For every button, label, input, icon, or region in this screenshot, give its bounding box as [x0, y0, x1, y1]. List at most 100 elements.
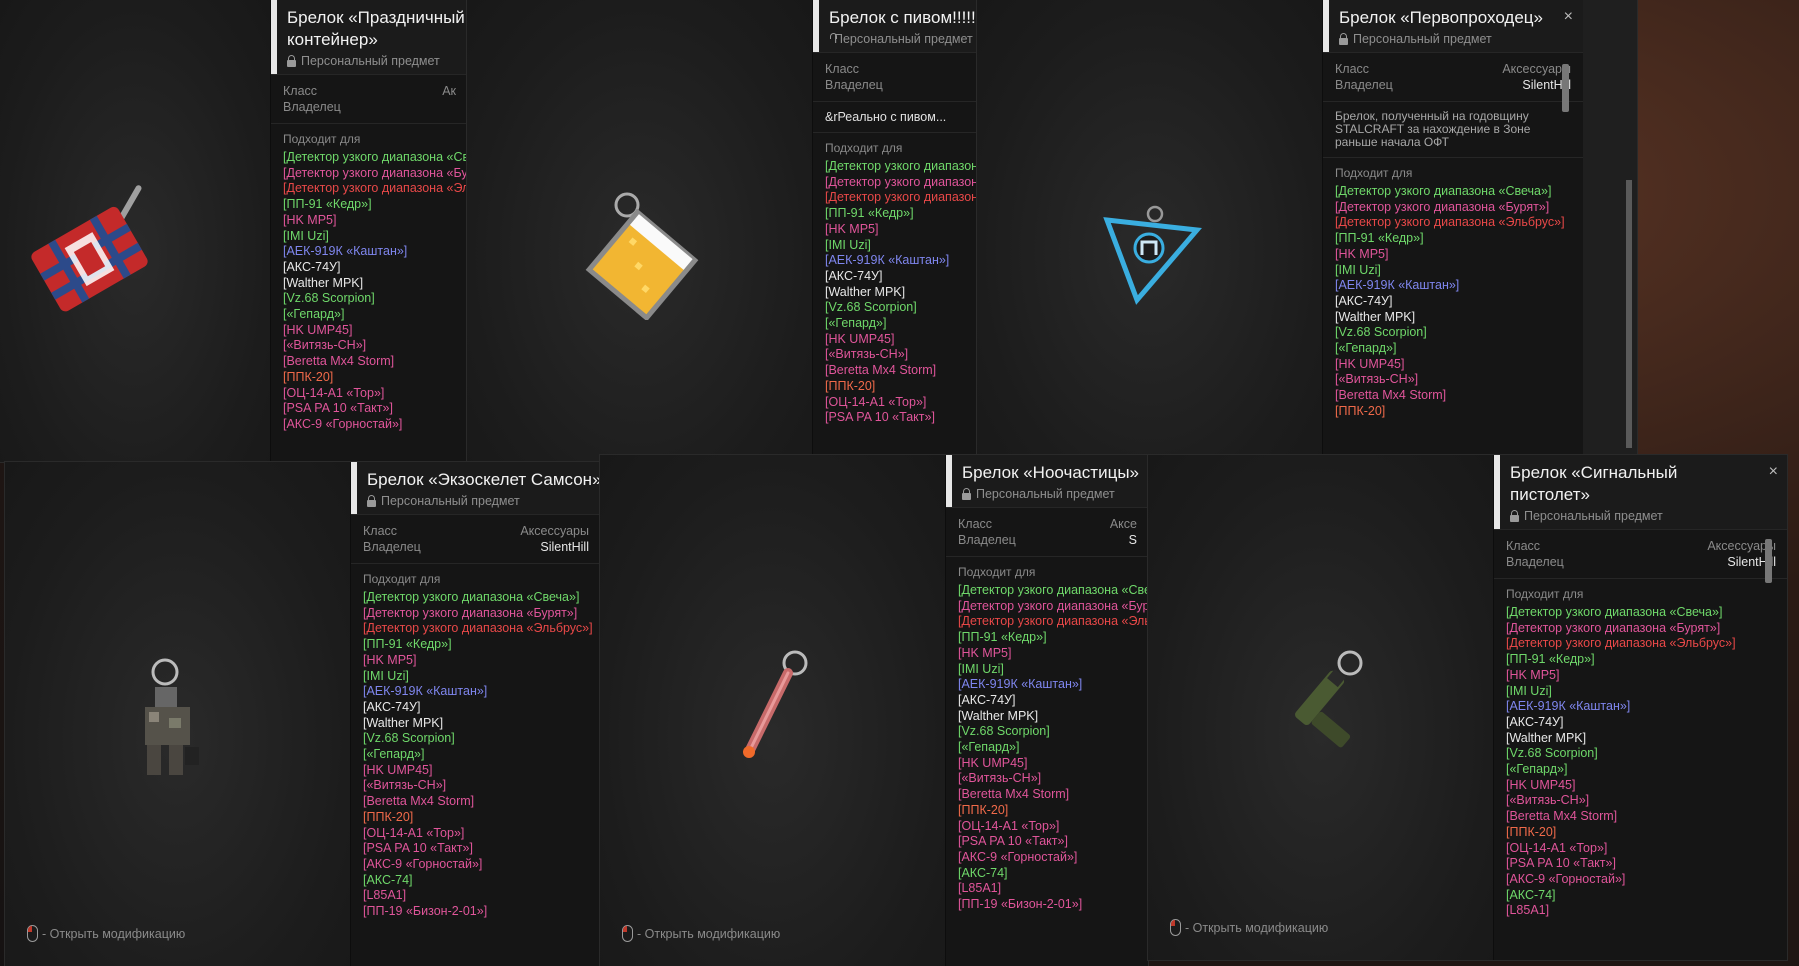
- item-viewer[interactable]: - Открыть модификацию: [1148, 455, 1493, 960]
- fits-list-item: [ППК-20]: [1506, 824, 1557, 839]
- fits-list-item: [АЕК-919К «Каштан»]: [958, 677, 1083, 692]
- fits-list-item: [ОЦ-14-А1 «Тор»]: [283, 385, 385, 400]
- fits-list-item: [«Гепард»]: [363, 747, 425, 762]
- fits-list-item: [«Витязь-СН»]: [1506, 793, 1590, 808]
- fits-list: [Детектор узкого диапазона «Свеча»][Дете…: [363, 590, 593, 920]
- fits-list-item: [«Гепард»]: [283, 307, 345, 322]
- fits-list-item: [ППК-20]: [958, 802, 1009, 817]
- fits-list: [Детектор узкого диапазона «Свеча»] [Дете…: [283, 150, 467, 433]
- fits-list-item: [IMI Uzi]: [363, 668, 409, 683]
- fits-list-item: [Vz.68 Scorpion]: [363, 731, 455, 746]
- class-owner-section: Класс Аксессуары Владелец SilentHill: [1323, 52, 1583, 101]
- item-viewer[interactable]: - Открыть модификацию: [5, 462, 350, 966]
- card-header: Брелок «Сигнальный пистолет» Персональны…: [1494, 455, 1787, 529]
- class-owner-section: Класс Аксессуары Владелец SilentHill: [351, 514, 600, 563]
- lock-icon: [962, 487, 971, 500]
- owner-label: Владелец: [283, 100, 341, 114]
- open-modification-hint[interactable]: - Открыть модификацию: [27, 925, 185, 942]
- class-label: Класс: [1335, 62, 1370, 76]
- fits-list-item: [Beretta Mx4 Storm]: [363, 794, 475, 809]
- fits-list-item: [L85A1]: [363, 888, 407, 903]
- class-owner-section: Класс Аксе Владелец S: [946, 507, 1148, 556]
- item-viewer[interactable]: [0, 0, 270, 462]
- fits-list-item: [PSA PA 10 «Такт»]: [825, 410, 935, 425]
- item-description: Брелок, полученный на годовщину STALCRAF…: [1335, 109, 1531, 149]
- fits-list-item: [Детектор узкого диапазона «Свеча»]: [1506, 605, 1723, 619]
- outer-scrollbar[interactable]: [1626, 180, 1632, 448]
- scrollbar[interactable]: [1765, 539, 1772, 583]
- fits-list-item: [АКС-74У]: [958, 692, 1016, 707]
- fits-list: [Детектор узкого диапазона «Свеча»][Дете…: [1335, 184, 1571, 420]
- fits-list-item: [IMI Uzi]: [1506, 683, 1552, 698]
- class-label: Класс: [825, 62, 860, 76]
- fits-list-item: [Детектор узкого диапазона «Бурят»]: [958, 598, 1148, 613]
- fits-list-item: [Детектор узкого диапазона «Свеча»]: [825, 159, 977, 173]
- card-pioneer-keychain: Брелок «Первопроходец» Персональный пред…: [977, 0, 1637, 458]
- close-icon[interactable]: ×: [1769, 463, 1778, 481]
- item-info-panel: Брелок «Ноочастицы» Персональный предмет…: [945, 455, 1148, 966]
- fits-list-item: [Walther MPK]: [825, 284, 906, 299]
- fits-section: Подходит для [Детектор узкого диапазона …: [1494, 578, 1787, 927]
- scrollbar[interactable]: [1562, 64, 1569, 112]
- card-samson-exoskeleton: - Открыть модификацию Брелок «Экзоскелет…: [5, 462, 600, 966]
- item-info-panel: Брелок «Первопроходец» Персональный пред…: [1322, 0, 1583, 458]
- fits-list-item: [«Гепард»]: [1506, 762, 1568, 777]
- fits-list-item: [Walther MPK]: [363, 715, 444, 730]
- card-flare-pistol: - Открыть модификацию Брелок «Сигнальный…: [1148, 455, 1787, 960]
- fits-list-item: [Детектор узкого диапазона «Свеча»]: [283, 150, 467, 164]
- fits-section: Подходит для [Детектор узкого диапазона …: [946, 556, 1148, 921]
- class-label: Класс: [283, 84, 318, 98]
- fits-list-item: [АКС-74]: [1506, 887, 1556, 902]
- fits-list-item: [АКС-74]: [958, 865, 1008, 880]
- fits-list-item: [АКС-9 «Горностай»]: [283, 416, 403, 431]
- fits-label: Подходит для: [363, 572, 441, 586]
- fits-list-item: [HK MP5]: [363, 652, 417, 667]
- personal-item-label: Персональный предмет: [830, 32, 973, 46]
- fits-list-item: [АЕК-919К «Каштан»]: [1335, 278, 1460, 293]
- fits-list-item: [Детектор узкого диапазона «Эльбрус»]: [283, 181, 467, 196]
- fits-list-item: [Beretta Mx4 Storm]: [1335, 388, 1447, 403]
- fits-list-item: [ППК-20]: [363, 809, 414, 824]
- fits-list-item: [IMI Uzi]: [283, 228, 329, 243]
- fits-list-item: [ПП-91 «Кедр»]: [283, 197, 372, 212]
- fits-list-item: [Детектор узкого диапазона «Свеча»]: [363, 590, 580, 604]
- fits-label: Подходит для: [283, 132, 361, 146]
- fits-list-item: [L85A1]: [1506, 903, 1550, 918]
- item-viewer[interactable]: [467, 0, 812, 462]
- item-viewer[interactable]: - Открыть модификацию: [600, 455, 945, 966]
- fits-list-item: [HK MP5]: [1506, 667, 1560, 682]
- fits-list-item: [L85A1]: [958, 881, 1002, 896]
- fits-list-item: [«Витязь-СН»]: [363, 778, 447, 793]
- lock-icon: [1510, 509, 1519, 522]
- fits-list-item: [HK UMP45]: [283, 322, 353, 337]
- card-title: Брелок «Ноочастицы»: [962, 463, 1139, 482]
- item-viewer[interactable]: [977, 0, 1322, 458]
- personal-item-label: Персональный предмет: [1339, 32, 1573, 46]
- fits-list: [Детектор узкого диапазона «Свеча»][Дете…: [825, 159, 977, 426]
- class-owner-section: Класс Ак Владелец: [271, 74, 467, 123]
- fits-list-item: [Walther MPK]: [283, 275, 364, 290]
- fits-list-item: [«Витязь-СН»]: [283, 338, 367, 353]
- fits-section: Подходит для [Детектор узкого диапазона …: [813, 132, 977, 434]
- festive-container-keychain-icon: [31, 185, 148, 312]
- fits-list-item: [ППК-20]: [1335, 403, 1386, 418]
- fits-list-item: [Beretta Mx4 Storm]: [825, 363, 937, 378]
- fits-list-item: [ПП-91 «Кедр»]: [958, 630, 1047, 645]
- item-info-panel: Брелок с пивом!!!!! Персональный предмет…: [812, 0, 977, 462]
- open-modification-hint[interactable]: - Открыть модификацию: [1170, 919, 1328, 936]
- fits-list-item: [Детектор узкого диапазона «Бурят»]: [363, 605, 578, 620]
- fits-list-item: [Vz.68 Scorpion]: [825, 300, 917, 315]
- card-noo-particles: - Открыть модификацию Брелок «Ноочастицы…: [600, 455, 1148, 966]
- card-beer-keychain: Брелок с пивом!!!!! Персональный предмет…: [467, 0, 977, 462]
- fits-list-item: [ОЦ-14-А1 «Тор»]: [958, 818, 1060, 833]
- card-title: Брелок «Сигнальный пистолет»: [1510, 463, 1678, 504]
- class-value: Аксессуары: [1502, 62, 1571, 76]
- fits-list-item: [ПП-91 «Кедр»]: [1506, 652, 1595, 667]
- fits-list-item: [ОЦ-14-А1 «Тор»]: [363, 825, 465, 840]
- open-modification-hint[interactable]: - Открыть модификацию: [622, 925, 780, 942]
- fits-list-item: [АКС-74У]: [1506, 714, 1564, 729]
- card-header: Брелок «Ноочастицы» Персональный предмет: [946, 455, 1148, 507]
- fits-section: Подходит для [Детектор узкого диапазона …: [1323, 157, 1583, 428]
- class-label: Класс: [363, 524, 398, 538]
- close-icon[interactable]: ×: [1564, 8, 1573, 26]
